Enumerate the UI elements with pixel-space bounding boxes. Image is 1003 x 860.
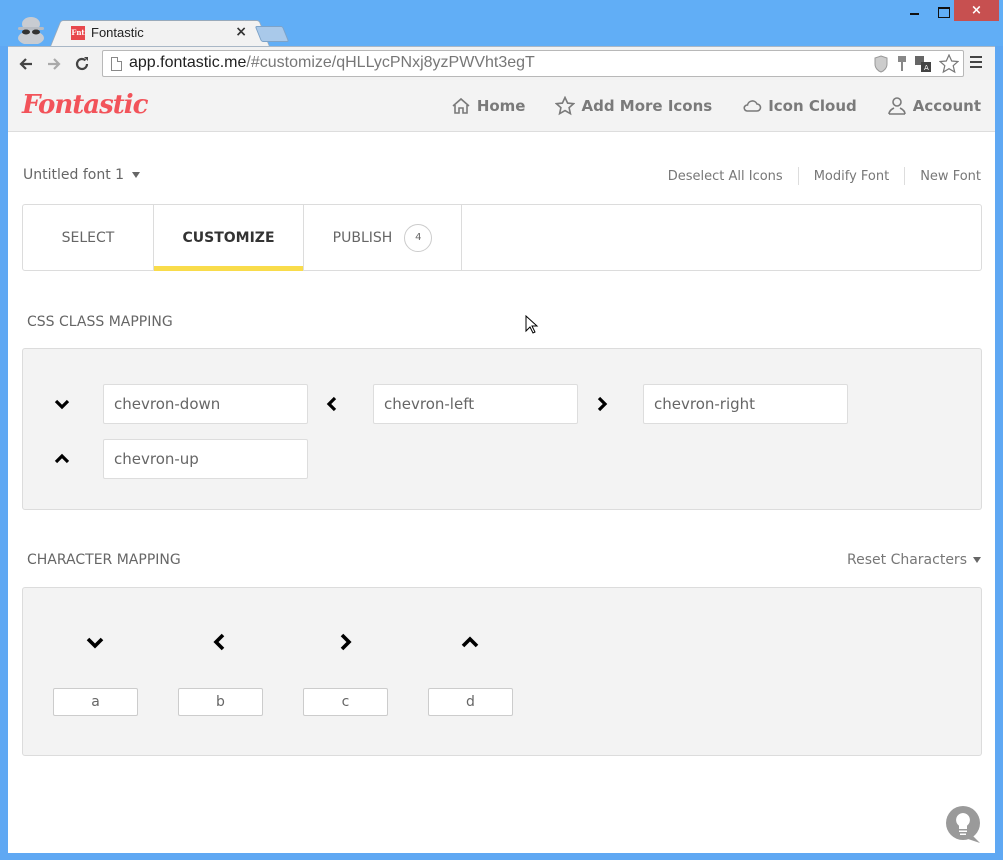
url-host: app.fontastic.me bbox=[129, 54, 247, 71]
tab-customize[interactable]: CUSTOMIZE bbox=[154, 205, 304, 271]
character-input[interactable]: d bbox=[428, 688, 513, 716]
css-class-mapping-panel: chevron-down chevron-left chevron-right … bbox=[22, 348, 982, 510]
minimize-button[interactable] bbox=[902, 4, 926, 20]
star-icon bbox=[555, 96, 576, 116]
reset-characters-dropdown[interactable]: Reset Characters bbox=[847, 552, 981, 568]
svg-text:A: A bbox=[924, 64, 929, 72]
bookmark-star-icon[interactable] bbox=[939, 54, 959, 74]
chevron-left-icon bbox=[323, 395, 341, 413]
close-tab-icon[interactable]: × bbox=[235, 24, 247, 40]
home-icon bbox=[452, 97, 470, 114]
browser-tab[interactable]: Fnt Fontastic × bbox=[62, 20, 258, 46]
font-actions: Deselect All Icons Modify Font New Font bbox=[668, 167, 981, 185]
css-class-input[interactable]: chevron-down bbox=[103, 384, 308, 424]
css-class-input[interactable]: chevron-left bbox=[373, 384, 578, 424]
reload-button[interactable] bbox=[70, 52, 94, 76]
incognito-icon bbox=[18, 17, 44, 44]
css-class-mapping-title: CSS CLASS MAPPING bbox=[27, 314, 173, 330]
character-input[interactable]: a bbox=[53, 688, 138, 716]
css-mapping-row: chevron-up bbox=[53, 439, 308, 479]
browser-toolbar: app.fontastic.me/#customize/qHLLycPNxj8y… bbox=[8, 46, 995, 80]
css-mapping-row: chevron-right bbox=[593, 384, 848, 424]
tab-publish-label: PUBLISH bbox=[332, 229, 393, 246]
css-mapping-row: chevron-left bbox=[323, 384, 578, 424]
maximize-button[interactable] bbox=[932, 4, 956, 20]
address-bar[interactable]: app.fontastic.me/#customize/qHLLycPNxj8y… bbox=[102, 50, 964, 77]
icon-count-badge: 4 bbox=[404, 223, 433, 252]
main-nav: Home Add More Icons Icon Cloud Account bbox=[451, 96, 981, 116]
arrow-left-icon bbox=[19, 58, 32, 70]
user-icon bbox=[887, 97, 906, 115]
nav-account[interactable]: Account bbox=[887, 96, 981, 116]
nav-add-more-icons[interactable]: Add More Icons bbox=[555, 96, 712, 116]
url-text: app.fontastic.me/#customize/qHLLycPNxj8y… bbox=[129, 54, 535, 72]
shield-icon[interactable] bbox=[873, 55, 889, 73]
back-button[interactable] bbox=[14, 52, 38, 76]
nav-account-label: Account bbox=[912, 97, 981, 115]
new-tab-button[interactable] bbox=[254, 26, 290, 42]
chevron-right-icon bbox=[593, 395, 611, 413]
css-class-input[interactable]: chevron-up bbox=[103, 439, 308, 479]
character-input[interactable]: b bbox=[178, 688, 263, 716]
caret-down-icon bbox=[132, 172, 141, 178]
translate-icon[interactable]: A bbox=[915, 56, 931, 72]
chevron-right-icon bbox=[334, 631, 356, 653]
chevron-up-icon bbox=[53, 450, 71, 468]
modify-font-link[interactable]: Modify Font bbox=[814, 169, 890, 184]
tab-select[interactable]: SELECT bbox=[23, 205, 154, 270]
key-icon[interactable] bbox=[897, 55, 907, 73]
chevron-left-icon bbox=[209, 631, 231, 653]
browser-titlebar: Fnt Fontastic × × bbox=[0, 0, 1003, 46]
font-name-dropdown[interactable]: Untitled font 1 bbox=[23, 167, 141, 183]
divider bbox=[797, 167, 799, 185]
chrome-menu-icon[interactable] bbox=[968, 54, 984, 70]
app-header: Fontastic Home Add More Icons Icon Cloud… bbox=[8, 80, 995, 132]
tab-publish[interactable]: PUBLISH 4 bbox=[304, 205, 462, 270]
fontastic-favicon-icon: Fnt bbox=[71, 26, 85, 40]
tab-select-label: SELECT bbox=[61, 229, 115, 246]
forward-button[interactable] bbox=[42, 52, 66, 76]
tab-title: Fontastic bbox=[91, 25, 144, 40]
reload-icon bbox=[75, 57, 89, 71]
nav-icon-cloud-label: Icon Cloud bbox=[768, 97, 857, 115]
divider bbox=[904, 167, 906, 185]
character-mapping-panel: a b c d bbox=[22, 587, 982, 756]
fontastic-logo[interactable]: Fontastic bbox=[22, 90, 148, 120]
font-name: Untitled font 1 bbox=[23, 167, 125, 183]
mouse-cursor-icon bbox=[525, 315, 539, 334]
css-class-input[interactable]: chevron-right bbox=[643, 384, 848, 424]
cloud-icon bbox=[743, 100, 762, 112]
new-font-link[interactable]: New Font bbox=[920, 169, 981, 184]
help-lightbulb-icon[interactable] bbox=[944, 805, 984, 845]
reset-characters-label: Reset Characters bbox=[847, 552, 967, 568]
character-input[interactable]: c bbox=[303, 688, 388, 716]
page-icon bbox=[111, 57, 122, 71]
page-content: Fontastic Home Add More Icons Icon Cloud… bbox=[8, 80, 995, 853]
chevron-down-icon bbox=[53, 395, 71, 413]
caret-down-icon bbox=[973, 557, 981, 563]
arrow-right-icon bbox=[48, 58, 61, 70]
nav-icon-cloud[interactable]: Icon Cloud bbox=[742, 96, 857, 116]
character-mapping-title: CHARACTER MAPPING bbox=[27, 552, 181, 568]
tab-customize-label: CUSTOMIZE bbox=[182, 229, 275, 246]
chevron-down-icon bbox=[84, 631, 106, 653]
window-close-button[interactable]: × bbox=[954, 0, 999, 21]
chevron-up-icon bbox=[459, 631, 481, 653]
css-mapping-row: chevron-down bbox=[53, 384, 308, 424]
url-path: /#customize/qHLLycPNxj8yzPWVht3egT bbox=[246, 54, 535, 71]
step-tabs: SELECT CUSTOMIZE PUBLISH 4 bbox=[22, 204, 982, 271]
deselect-all-icons-link[interactable]: Deselect All Icons bbox=[668, 169, 783, 184]
nav-home[interactable]: Home bbox=[451, 96, 526, 116]
nav-home-label: Home bbox=[476, 97, 526, 115]
nav-add-more-icons-label: Add More Icons bbox=[581, 97, 713, 115]
